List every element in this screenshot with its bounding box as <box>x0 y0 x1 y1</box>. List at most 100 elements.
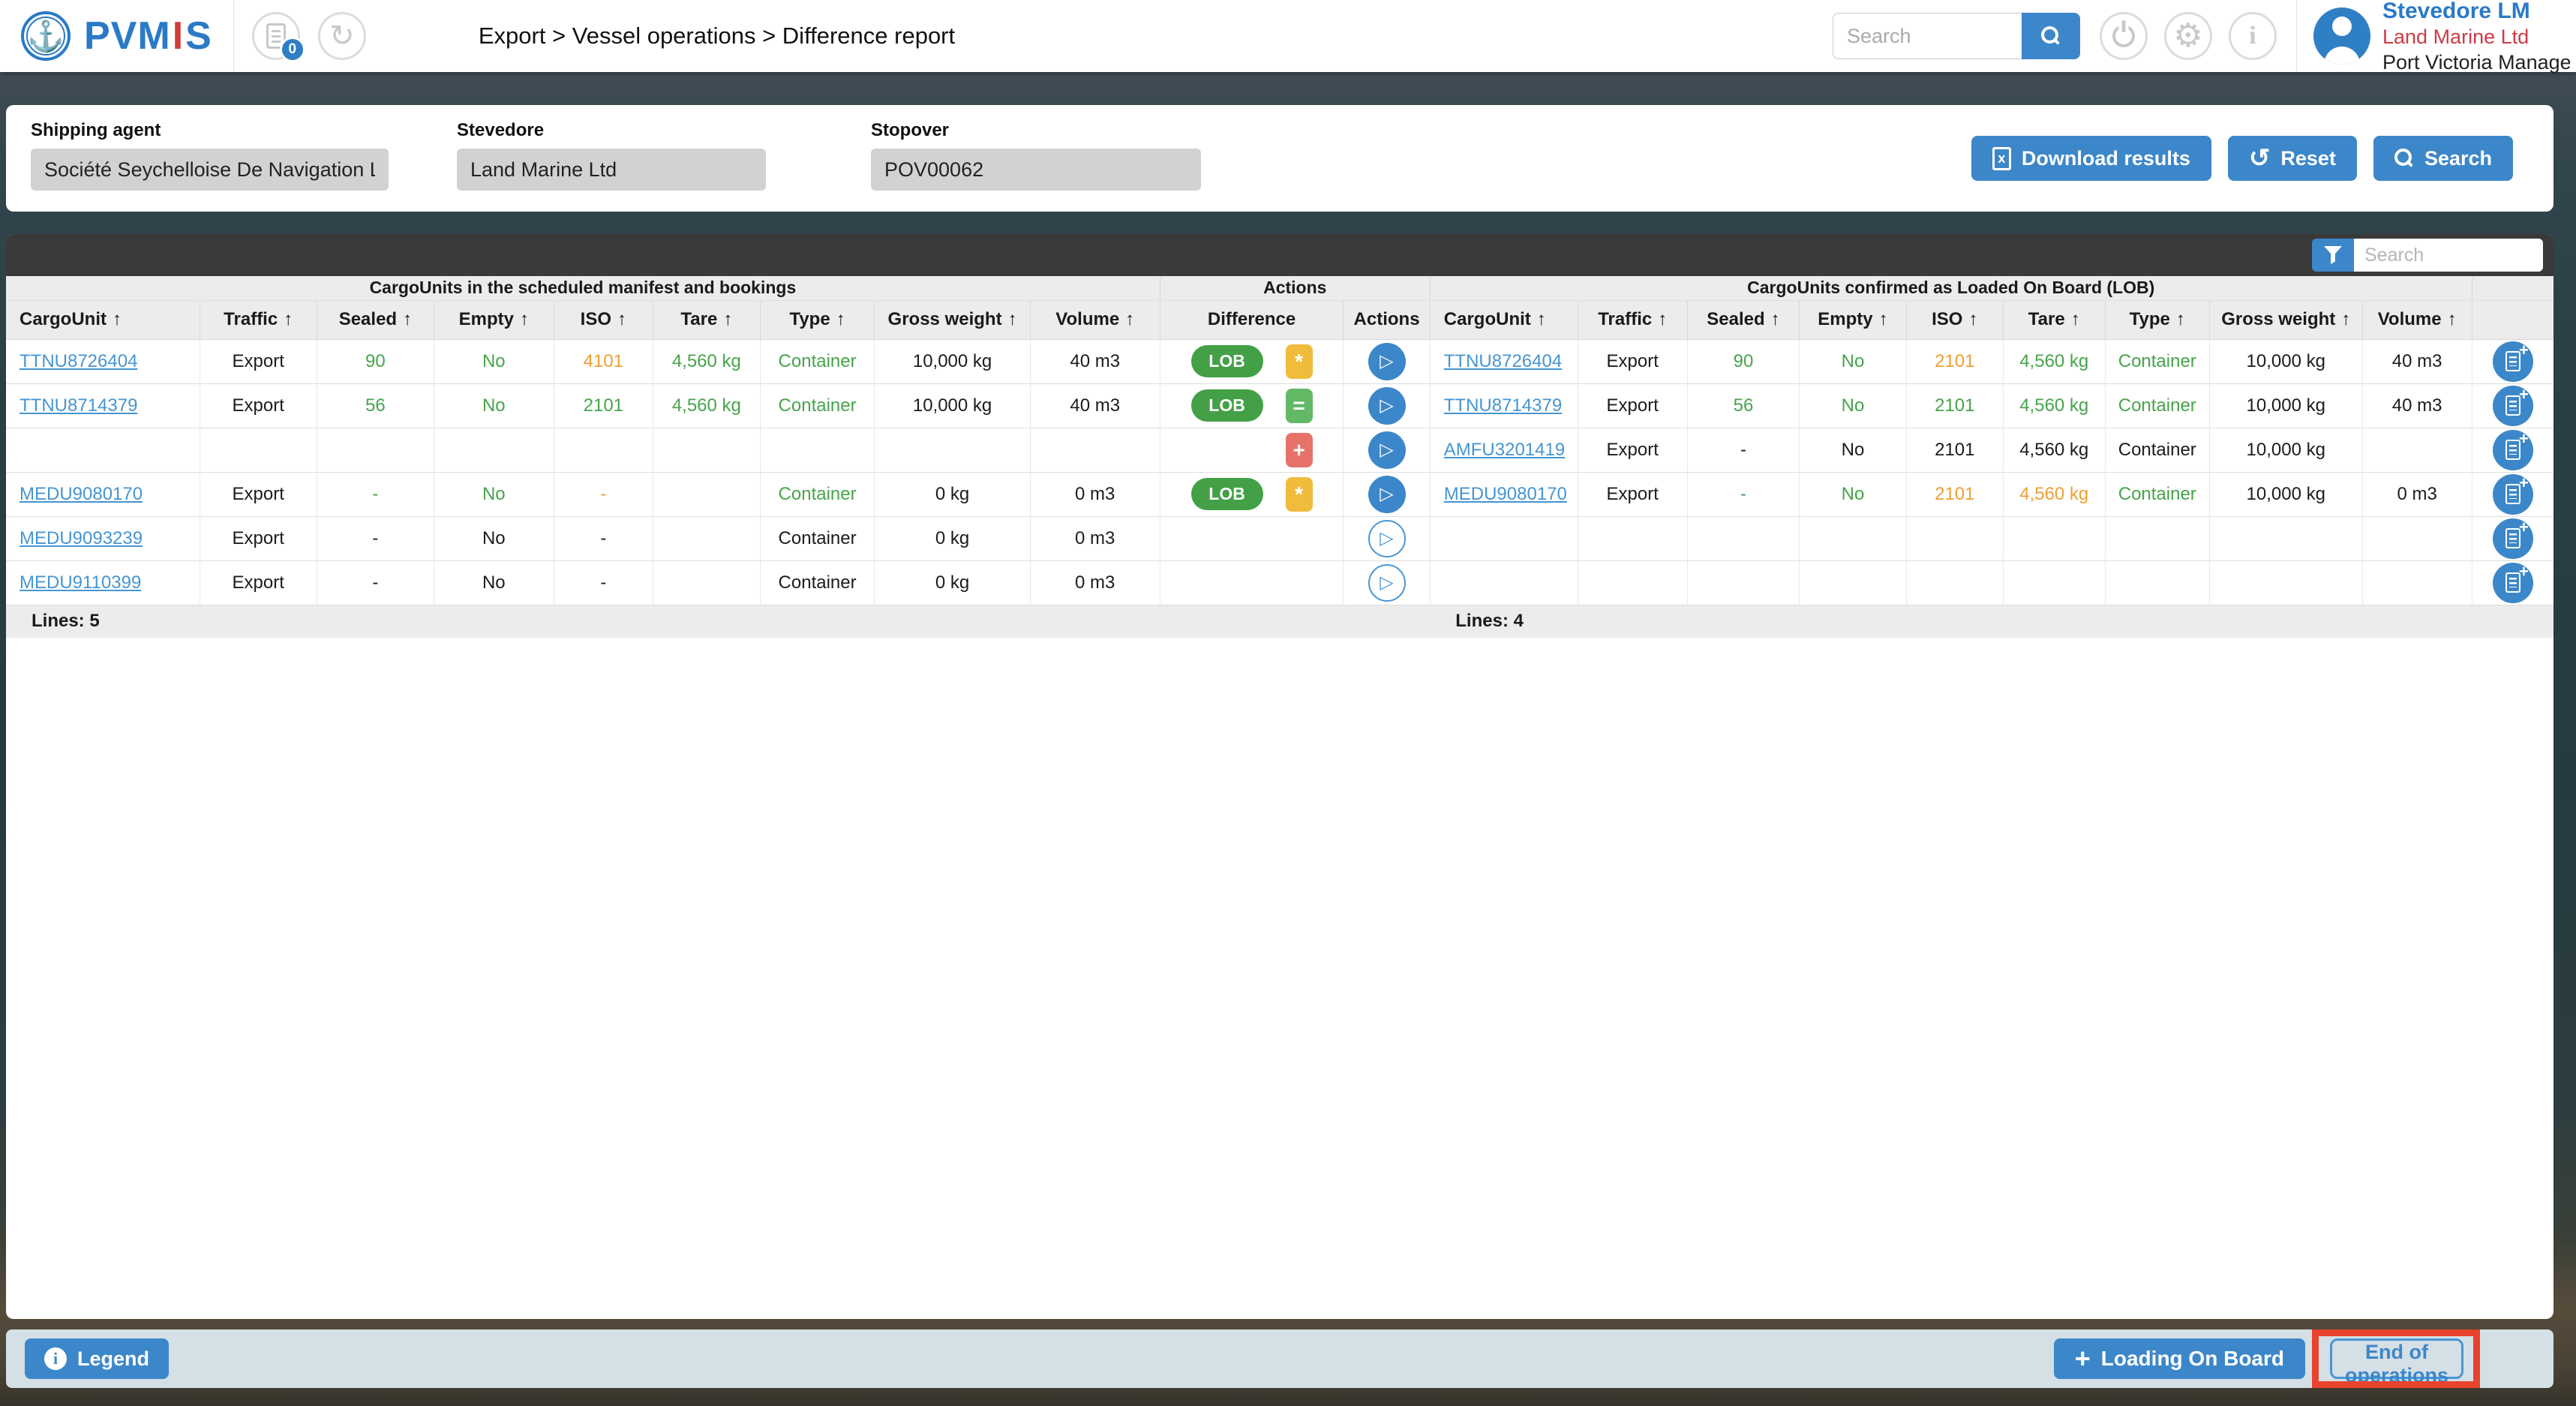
user-menu[interactable]: Stevedore LM Land Marine Ltd Port Victor… <box>2297 0 2570 76</box>
user-company: Land Marine Ltd <box>2382 26 2529 48</box>
cargo-unit-link[interactable]: MEDU9080170 <box>1444 484 1567 504</box>
lob-status-badge[interactable]: LOB <box>1190 389 1263 422</box>
sort-arrow-icon: ↑ <box>2341 309 2351 329</box>
cell: 40 m3 <box>1029 383 1160 428</box>
cell <box>1905 560 2004 605</box>
lob-status-badge[interactable]: LOB <box>1190 478 1263 510</box>
lines-count-row: Lines: 5 Lines: 4 <box>6 605 2553 638</box>
column-header-volume[interactable]: Volume ↑ <box>1029 300 1160 340</box>
notifications-button[interactable]: 0 <box>251 12 305 62</box>
stevedore-input[interactable] <box>457 149 766 191</box>
difference-plus-badge[interactable]: + <box>1285 432 1313 467</box>
cargo-unit-link[interactable]: TTNU8714379 <box>20 395 137 416</box>
cargo-units-grid: CargoUnits in the scheduled manifest and… <box>6 276 2553 638</box>
cargo-unit-link[interactable]: MEDU9093239 <box>20 528 143 548</box>
column-header-type[interactable]: Type ↑ <box>759 300 875 340</box>
stevedore-label: Stevedore <box>457 120 545 140</box>
cell <box>653 516 761 561</box>
search-button[interactable]: Search <box>2373 136 2513 181</box>
actions-cell: ▷ <box>1343 472 1431 517</box>
column-header-gross-weight[interactable]: Gross weight ↑ <box>874 300 1031 340</box>
process-row-button[interactable]: ▷ <box>1368 431 1406 469</box>
add-document-button[interactable]: + <box>2492 385 2533 426</box>
column-header-sealed[interactable]: Sealed ↑ <box>1686 300 1800 340</box>
cell: No <box>434 516 554 561</box>
group-header-spacer <box>2471 276 2553 301</box>
cell: No <box>434 472 554 517</box>
shipping-agent-input[interactable] <box>31 149 389 191</box>
info-button[interactable]: i <box>2229 12 2277 60</box>
cargo-unit-link[interactable]: TTNU8726404 <box>20 351 137 371</box>
loading-on-board-button[interactable]: + Loading On Board <box>2053 1338 2305 1379</box>
add-document-button[interactable]: + <box>2492 341 2533 382</box>
download-results-button[interactable]: x Download results <box>1971 136 2211 181</box>
refresh-button[interactable]: ↻ <box>317 12 366 60</box>
difference-star-badge[interactable]: * <box>1285 344 1313 379</box>
reset-button[interactable]: ↺ Reset <box>2227 136 2357 181</box>
table-row: TTNU8714379 Export 56 No 2101 4,560 kg Contain… <box>6 383 2553 428</box>
difference-star-badge[interactable]: * <box>1285 476 1313 512</box>
process-row-button[interactable]: ▷ <box>1368 519 1406 557</box>
cell: - <box>316 516 434 561</box>
cell <box>1429 516 1578 561</box>
cell: MEDU9110399 <box>6 560 200 605</box>
add-document-button[interactable]: + <box>2492 473 2533 515</box>
sort-arrow-icon: ↑ <box>2070 309 2080 329</box>
global-search-input[interactable] <box>1833 13 2022 59</box>
difference-cell <box>1159 560 1344 605</box>
add-document-button[interactable]: + <box>2492 518 2533 559</box>
legend-button[interactable]: i Legend <box>25 1338 170 1379</box>
table-row: TTNU8726404 Export 90 No 4101 4,560 kg Contain… <box>6 339 2553 384</box>
column-header-traffic[interactable]: Traffic ↑ <box>1577 300 1688 340</box>
cell <box>6 428 200 473</box>
add-document-button[interactable]: + <box>2492 429 2533 470</box>
stopover-label: Stopover <box>871 120 950 140</box>
column-header-empty[interactable]: Empty ↑ <box>1799 300 1907 340</box>
refresh-icon: ↻ <box>329 20 355 53</box>
actions-cell: ▷ <box>1343 516 1431 561</box>
cell: Container <box>2104 383 2210 428</box>
cell: 4,560 kg <box>2002 339 2106 384</box>
column-header-cargounit[interactable]: CargoUnit ↑ <box>1429 300 1578 340</box>
column-header-iso[interactable]: ISO ↑ <box>1905 300 2004 340</box>
column-header-iso[interactable]: ISO ↑ <box>553 300 653 340</box>
process-row-button[interactable]: ▷ <box>1368 342 1406 380</box>
add-document-icon <box>2505 395 2520 416</box>
difference-equals-badge[interactable]: = <box>1285 388 1313 423</box>
process-row-button[interactable]: ▷ <box>1368 475 1406 513</box>
cargo-unit-link[interactable]: AMFU3201419 <box>1444 440 1565 460</box>
column-header-volume[interactable]: Volume ↑ <box>2361 300 2472 340</box>
cell <box>653 560 761 605</box>
column-header-sealed[interactable]: Sealed ↑ <box>316 300 434 340</box>
cell: MEDU9080170 <box>6 472 200 517</box>
process-row-button[interactable]: ▷ <box>1368 563 1406 602</box>
process-row-button[interactable]: ▷ <box>1368 386 1406 425</box>
cell: MEDU9080170 <box>1429 472 1578 517</box>
column-header-cargounit[interactable]: CargoUnit ↑ <box>6 300 200 340</box>
table-filter-button[interactable] <box>2312 239 2354 272</box>
cell: Export <box>1577 472 1688 517</box>
column-header-gross-weight[interactable]: Gross weight ↑ <box>2208 300 2363 340</box>
add-document-button[interactable]: + <box>2492 562 2533 603</box>
add-document-icon <box>2505 528 2520 548</box>
global-search-button[interactable] <box>2022 13 2080 59</box>
cargo-unit-link[interactable]: TTNU8714379 <box>1444 395 1562 416</box>
cell: 4,560 kg <box>653 339 761 384</box>
settings-button[interactable]: ⚙ <box>2164 12 2212 60</box>
lob-status-badge[interactable]: LOB <box>1190 345 1263 377</box>
column-header-tare[interactable]: Tare ↑ <box>2002 300 2106 340</box>
column-header-traffic[interactable]: Traffic ↑ <box>199 300 317 340</box>
end-of-operations-button[interactable]: End of operations <box>2330 1338 2463 1386</box>
column-header-type[interactable]: Type ↑ <box>2104 300 2210 340</box>
table-search-input[interactable] <box>2354 239 2543 272</box>
logout-button[interactable] <box>2100 12 2148 60</box>
column-header-empty[interactable]: Empty ↑ <box>434 300 554 340</box>
cell <box>1429 560 1578 605</box>
difference-cell: + <box>1159 428 1344 473</box>
cell: 56 <box>316 383 434 428</box>
column-header-tare[interactable]: Tare ↑ <box>653 300 761 340</box>
stopover-input[interactable] <box>871 149 1201 191</box>
cargo-unit-link[interactable]: MEDU9110399 <box>20 572 141 593</box>
cargo-unit-link[interactable]: MEDU9080170 <box>20 484 143 504</box>
cargo-unit-link[interactable]: TTNU8726404 <box>1444 351 1562 371</box>
